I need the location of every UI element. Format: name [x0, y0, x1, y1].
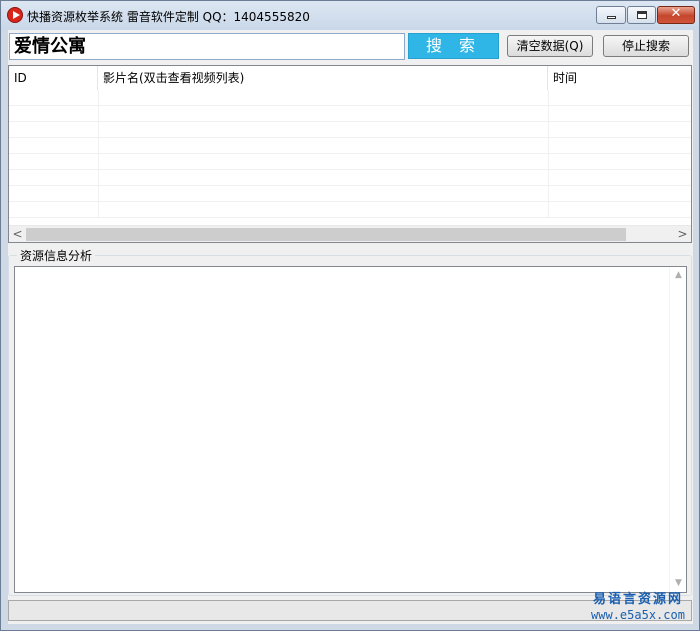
maximize-icon — [637, 11, 647, 19]
scrollbar-thumb[interactable] — [26, 228, 626, 241]
watermark-url: www.e5a5x.com — [591, 608, 685, 622]
close-icon: ✕ — [670, 6, 682, 21]
main-window: 快播资源枚举系统 雷音软件定制 QQ：1404555820 ✕ 爱情公寓 搜 索… — [0, 0, 700, 631]
watermark: 易语言资源网 www.e5a5x.com — [575, 592, 700, 623]
play-icon — [7, 7, 23, 23]
scroll-right-icon[interactable]: > — [674, 226, 691, 242]
resource-info-group: 资源信息分析 ▲ ▼ — [8, 247, 692, 596]
column-header-id[interactable]: ID — [9, 66, 98, 90]
scroll-left-icon[interactable]: < — [9, 226, 26, 242]
results-list[interactable]: ID 影片名(双击查看视频列表) 时间 < > — [8, 65, 692, 243]
scroll-down-icon[interactable]: ▼ — [670, 575, 687, 592]
table-row — [9, 186, 691, 202]
search-button[interactable]: 搜 索 — [408, 33, 499, 59]
clear-data-button[interactable]: 清空数据(Q) — [507, 35, 593, 57]
watermark-title: 易语言资源网 — [592, 592, 683, 607]
table-row — [9, 122, 691, 138]
window-title: 快播资源枚举系统 雷音软件定制 QQ：1404555820 — [27, 10, 310, 24]
results-header: ID 影片名(双击查看视频列表) 时间 — [9, 66, 691, 90]
results-rows[interactable] — [9, 90, 691, 223]
group-title: 资源信息分析 — [17, 247, 96, 264]
table-row — [9, 138, 691, 154]
column-header-time[interactable]: 时间 — [548, 66, 691, 90]
maximize-button[interactable] — [627, 6, 656, 24]
minimize-icon — [607, 16, 616, 19]
table-row — [9, 106, 691, 122]
close-button[interactable]: ✕ — [657, 6, 695, 24]
stop-search-button[interactable]: 停止搜索 — [603, 35, 689, 57]
minimize-button[interactable] — [596, 6, 626, 24]
column-header-title[interactable]: 影片名(双击查看视频列表) — [98, 66, 548, 90]
title-bar[interactable]: 快播资源枚举系统 雷音软件定制 QQ：1404555820 ✕ — [1, 1, 699, 30]
table-row — [9, 90, 691, 106]
table-row — [9, 202, 691, 218]
vertical-scrollbar[interactable]: ▲ ▼ — [669, 267, 686, 592]
table-row — [9, 170, 691, 186]
search-input[interactable]: 爱情公寓 — [9, 33, 405, 60]
resource-info-textarea[interactable]: ▲ ▼ — [14, 266, 687, 593]
horizontal-scrollbar[interactable]: < > — [9, 225, 691, 242]
scroll-up-icon[interactable]: ▲ — [670, 267, 687, 284]
client-area: 爱情公寓 搜 索 清空数据(Q) 停止搜索 ID 影片名(双击查看视频列表) 时… — [8, 30, 693, 624]
table-row — [9, 154, 691, 170]
